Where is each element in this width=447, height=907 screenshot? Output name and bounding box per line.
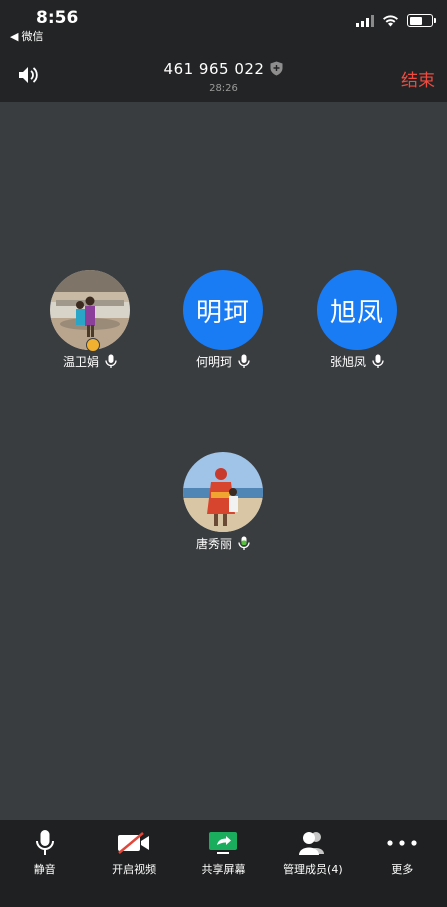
end-meeting-button[interactable]: 结束 <box>401 66 435 91</box>
wifi-icon <box>383 14 398 26</box>
participant-tile[interactable]: 旭凤 张旭凤 <box>302 270 412 370</box>
back-triangle-icon: ◀ <box>10 29 19 43</box>
manage-members-label: 管理成员(4) <box>283 863 343 876</box>
participant-name: 温卫娟 <box>62 355 99 369</box>
more-icon <box>387 840 417 846</box>
avatar-photo <box>183 452 263 532</box>
back-to-app-link[interactable]: ◀ 微信 <box>10 28 43 44</box>
avatar: 明珂 <box>183 270 263 350</box>
bottom-toolbar: 静音 开启视频 共享屏幕 管理成员(4) 更多 <box>0 820 447 907</box>
microphone-icon <box>35 830 54 855</box>
avatar-initials: 旭凤 <box>329 297 384 328</box>
host-badge-icon <box>86 338 100 352</box>
participant-name: 唐秀丽 <box>195 537 232 551</box>
share-screen-icon <box>209 832 238 854</box>
avatar <box>50 270 130 352</box>
status-time: 8:56 <box>36 8 79 28</box>
back-app-label: 微信 <box>21 30 44 43</box>
participant-name: 张旭凤 <box>329 355 366 369</box>
start-video-button[interactable]: 开启视频 <box>90 828 179 877</box>
shield-icon <box>270 61 283 76</box>
mute-button[interactable]: 静音 <box>0 828 89 877</box>
start-video-label: 开启视频 <box>112 863 157 876</box>
microphone-icon <box>105 354 117 368</box>
meeting-duration: 28:26 <box>209 83 238 94</box>
more-label: 更多 <box>391 863 414 876</box>
status-icons <box>356 14 436 27</box>
participant-name: 何明珂 <box>195 355 232 369</box>
mute-label: 静音 <box>33 863 56 876</box>
microphone-icon <box>372 354 384 368</box>
avatar: 旭凤 <box>317 270 397 350</box>
avatar-initials: 明珂 <box>195 297 250 328</box>
participant-tile[interactable]: 唐秀丽 <box>168 452 278 552</box>
manage-members-button[interactable]: 管理成员(4) <box>268 828 357 877</box>
meeting-id-text: 461 965 022 <box>163 60 265 78</box>
share-screen-label: 共享屏幕 <box>201 863 246 876</box>
participant-tile[interactable]: 明珂 何明珂 <box>168 270 278 370</box>
members-icon <box>298 832 324 855</box>
video-off-icon <box>118 832 150 854</box>
more-button[interactable]: 更多 <box>358 828 447 877</box>
battery-icon <box>407 14 436 27</box>
cellular-signal-icon <box>356 14 374 27</box>
microphone-icon <box>238 354 250 368</box>
participant-tile[interactable]: 温卫娟 <box>35 270 145 370</box>
avatar <box>183 452 263 532</box>
top-bar: 8:56 ◀ 微信 461 965 022 28:26 结束 <box>0 0 447 102</box>
share-screen-button[interactable]: 共享屏幕 <box>179 828 268 877</box>
meeting-id[interactable]: 461 965 022 <box>0 60 447 78</box>
microphone-speaking-icon <box>238 536 250 550</box>
